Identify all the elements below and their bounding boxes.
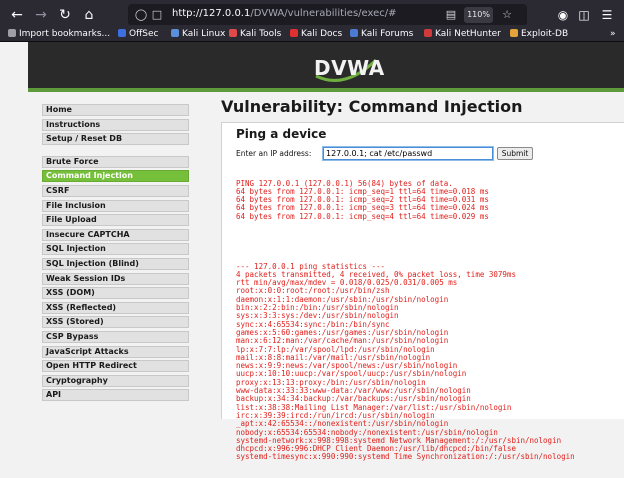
menu-item-brute-force[interactable]: Brute Force: [42, 155, 189, 168]
url-path: /DVWA/vulnerabilities/exec/#: [250, 8, 397, 19]
output-line: nobody:x:65534:65534:nobody:/nonexistent…: [236, 427, 498, 437]
url-bar[interactable]: ◯ □ http://127.0.0.1/DVWA/vulnerabilitie…: [128, 4, 527, 26]
sidebar-menu: Home Instructions Setup / Reset DB Brute…: [42, 104, 189, 404]
menu-item-api[interactable]: API: [42, 389, 189, 402]
output-line: systemd-network:x:998:998:systemd Networ…: [236, 435, 562, 445]
bookmark-label: Import bookmarks...: [19, 29, 111, 39]
bookmark-label: Kali Forums: [361, 29, 414, 39]
menu-item-open-http-redirect[interactable]: Open HTTP Redirect: [42, 360, 189, 373]
menu-item-insecure-captcha[interactable]: Insecure CAPTCHA: [42, 228, 189, 241]
logo-text: DVWA: [314, 56, 385, 80]
zoom-level[interactable]: 110%: [464, 7, 493, 23]
url-host: http://127.0.0.1: [172, 8, 251, 19]
bookmark-exploit-db[interactable]: Exploit-DB: [510, 27, 568, 41]
forward-icon[interactable]: →: [32, 6, 50, 24]
kali-docs-icon: [290, 29, 298, 37]
menu-item-cryptography[interactable]: Cryptography: [42, 374, 189, 387]
extensions-icon[interactable]: ◫: [575, 6, 593, 24]
menu-item-csp-bypass[interactable]: CSP Bypass: [42, 330, 189, 343]
dvwa-header: DVWA: [28, 42, 624, 88]
menu-icon[interactable]: ☰: [598, 6, 616, 24]
bookmark-label: Kali Docs: [301, 29, 343, 39]
url-text[interactable]: http://127.0.0.1/DVWA/vulnerabilities/ex…: [172, 8, 397, 19]
shield-icon[interactable]: ◯: [134, 7, 148, 23]
ping-output: PING 127.0.0.1 (127.0.0.1) 56(84) bytes …: [236, 179, 624, 221]
bookmark-kali-nethunter[interactable]: Kali NetHunter: [424, 27, 501, 41]
bookmark-kali-forums[interactable]: Kali Forums: [350, 27, 413, 41]
bookmark-kali-linux[interactable]: Kali Linux: [171, 27, 225, 41]
output-line: systemd-timesync:x:990:990:systemd Time …: [236, 452, 575, 462]
exploit-db-icon: [510, 29, 518, 37]
menu-item-file-upload[interactable]: File Upload: [42, 214, 189, 227]
bookmark-label: OffSec: [129, 29, 159, 39]
menu-item-sql-injection-blind[interactable]: SQL Injection (Blind): [42, 257, 189, 270]
menu-divider: [42, 148, 189, 156]
menu-item-home[interactable]: Home: [42, 104, 189, 116]
import-icon: [8, 29, 16, 37]
page-info-icon[interactable]: □: [150, 7, 164, 23]
bookmark-kali-docs[interactable]: Kali Docs: [290, 27, 342, 41]
menu-item-csrf[interactable]: CSRF: [42, 184, 189, 197]
header-divider: [28, 88, 624, 92]
passwd-output: --- 127.0.0.1 ping statistics --- 4 packe…: [236, 262, 624, 462]
kali-tools-icon: [229, 29, 237, 37]
bookmark-label: Kali Linux: [182, 29, 226, 39]
page-title: Vulnerability: Command Injection: [221, 97, 523, 116]
nethunter-icon: [424, 29, 432, 37]
kali-icon: [171, 29, 179, 37]
ip-address-input[interactable]: 127.0.0.1; cat /etc/passwd: [322, 146, 494, 161]
menu-item-sql-injection[interactable]: SQL Injection: [42, 243, 189, 256]
back-icon[interactable]: ←: [8, 6, 26, 24]
bookmark-offsec[interactable]: OffSec: [118, 27, 158, 41]
bookmark-label: Kali Tools: [240, 29, 282, 39]
reload-icon[interactable]: ↻: [56, 6, 74, 24]
panel-title: Ping a device: [236, 127, 327, 141]
submit-button[interactable]: Submit: [497, 147, 533, 160]
kali-forums-icon: [350, 29, 358, 37]
offsec-icon: [118, 29, 126, 37]
dvwa-logo: DVWA: [310, 46, 384, 86]
ip-label: Enter an IP address:: [236, 149, 312, 158]
account-icon[interactable]: ◉: [554, 6, 572, 24]
bookmark-star-icon[interactable]: ☆: [500, 7, 514, 23]
command-output: PING 127.0.0.1 (127.0.0.1) 56(84) bytes …: [236, 163, 624, 478]
home-icon[interactable]: ⌂: [80, 6, 98, 24]
ping-form: Enter an IP address: 127.0.0.1; cat /etc…: [222, 146, 624, 161]
menu-item-xss-dom[interactable]: XSS (DOM): [42, 287, 189, 300]
output-line: dhcpcd:x:996:996:DHCP Client Daemon:/usr…: [236, 444, 516, 454]
output-line: 64 bytes from 127.0.0.1: icmp_seq=4 ttl=…: [236, 211, 489, 221]
bookmarks-overflow-icon[interactable]: »: [610, 27, 616, 41]
bookmark-kali-tools[interactable]: Kali Tools: [229, 27, 281, 41]
menu-item-command-injection[interactable]: Command Injection: [42, 170, 189, 183]
menu-item-instructions[interactable]: Instructions: [42, 118, 189, 131]
bookmark-import[interactable]: Import bookmarks...: [8, 27, 110, 41]
menu-item-setup[interactable]: Setup / Reset DB: [42, 133, 189, 146]
reader-view-icon[interactable]: ▤: [444, 7, 458, 23]
output-gap: [236, 238, 624, 246]
bookmark-label: Kali NetHunter: [435, 29, 501, 39]
bookmarks-bar: Import bookmarks... OffSec Kali Linux Ka…: [0, 25, 624, 42]
dvwa-page: DVWA Home Instructions Setup / Reset DB …: [28, 42, 624, 461]
output-line: _apt:x:42:65534::/nonexistent:/usr/sbin/…: [236, 419, 449, 429]
menu-item-file-inclusion[interactable]: File Inclusion: [42, 199, 189, 212]
menu-item-xss-reflected[interactable]: XSS (Reflected): [42, 301, 189, 314]
menu-item-weak-session-ids[interactable]: Weak Session IDs: [42, 272, 189, 285]
bookmark-label: Exploit-DB: [521, 29, 569, 39]
menu-item-javascript-attacks[interactable]: JavaScript Attacks: [42, 345, 189, 358]
menu-item-xss-stored[interactable]: XSS (Stored): [42, 316, 189, 329]
vulnerable-code-area: Ping a device Enter an IP address: 127.0…: [221, 122, 624, 461]
